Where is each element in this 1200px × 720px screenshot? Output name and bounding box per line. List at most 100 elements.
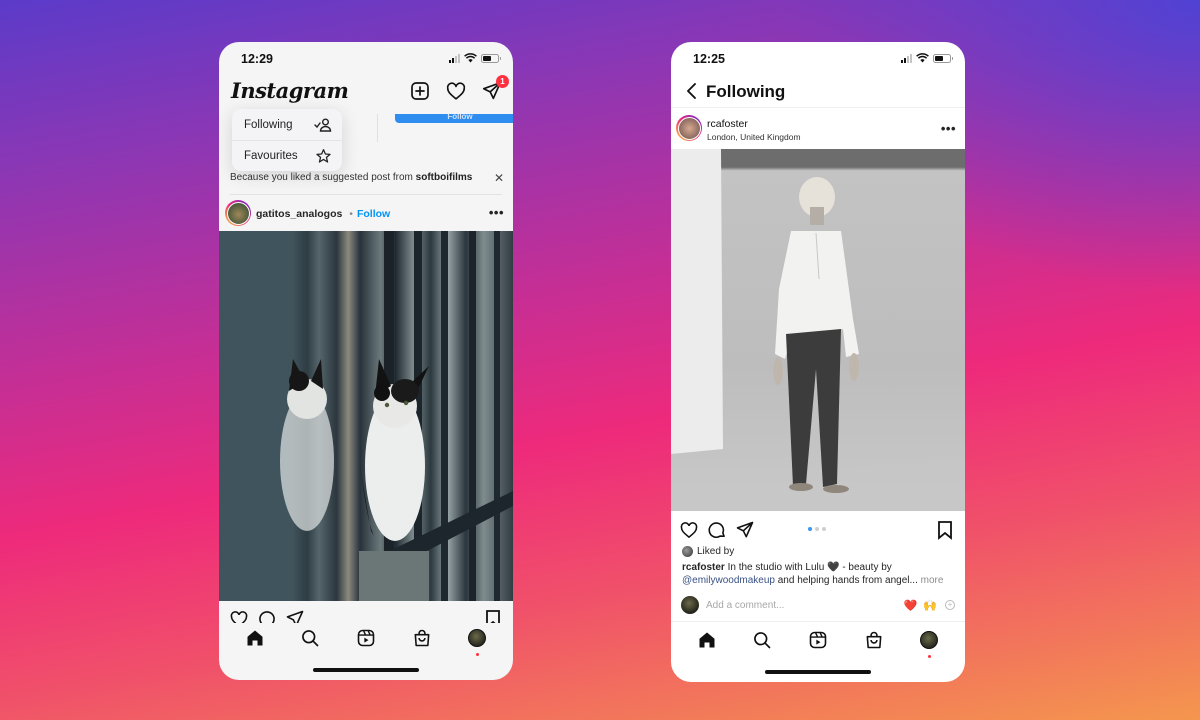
dropdown-item-label: Favourites [244, 150, 298, 162]
header-actions: 1 [409, 75, 509, 102]
status-time: 12:25 [693, 52, 725, 66]
caption-text: In the studio with Lulu 🖤 - beauty by [724, 562, 892, 573]
comment-input[interactable]: Add a comment... [706, 600, 898, 611]
divider [377, 114, 378, 142]
page-title: Following [706, 82, 786, 101]
tab-home[interactable] [696, 629, 718, 651]
status-icons [449, 53, 501, 63]
nav-bar: Following [671, 76, 965, 108]
home-indicator [765, 670, 871, 674]
liked-by-row[interactable]: Liked by [682, 546, 734, 557]
portrait-illustration [671, 149, 965, 511]
instagram-logo[interactable]: Instagram [231, 78, 349, 103]
dropdown-item-following[interactable]: Following [232, 109, 342, 140]
separator: • [349, 208, 353, 220]
more-options-icon[interactable]: ••• [489, 205, 504, 220]
close-icon[interactable]: ✕ [494, 168, 504, 188]
profile-avatar [468, 629, 487, 647]
quick-emoji-heart[interactable]: ❤️ [904, 599, 918, 612]
activity-button[interactable] [445, 80, 467, 102]
tab-home[interactable] [244, 627, 266, 649]
search-icon [754, 632, 771, 649]
suggestion-banner: Because you liked a suggested post from … [219, 168, 513, 194]
home-icon [247, 630, 263, 646]
carousel-dot [808, 527, 812, 531]
avatar[interactable] [676, 115, 702, 141]
post-location[interactable]: London, United Kingdom [707, 132, 801, 142]
notification-badge: 1 [496, 75, 509, 88]
shop-icon [866, 631, 882, 649]
tab-reels[interactable] [355, 627, 377, 649]
divider [230, 194, 502, 195]
add-comment-row: Add a comment... ❤️ 🙌 + [681, 594, 955, 616]
suggestion-account-link[interactable]: softboifilms [416, 172, 473, 183]
post-header: rcafoster London, United Kingdom ••• [671, 112, 965, 146]
post-header: gatitos_analogos • Follow ••• [219, 197, 513, 231]
tab-reels[interactable] [807, 629, 829, 651]
shop-icon [414, 629, 430, 647]
dropdown-item-favourites[interactable]: Favourites [232, 140, 342, 171]
post-image-studio-portrait[interactable] [671, 149, 965, 511]
phone-right-following-feed: 12:25 Following rcafoster London, United… [671, 42, 965, 682]
tab-search[interactable] [751, 629, 773, 651]
carousel-dot [815, 527, 819, 531]
caption-mention-link[interactable]: @emilywoodmakeup [682, 575, 775, 586]
bottom-tab-bar [671, 620, 965, 660]
direct-messages-button[interactable]: 1 [481, 75, 509, 102]
caption-text: and helping hands from angel... [774, 574, 918, 586]
home-indicator [313, 668, 419, 672]
follow-button[interactable]: Follow [357, 208, 390, 220]
post-username[interactable]: gatitos_analogos • Follow [256, 208, 390, 220]
wifi-icon [464, 53, 477, 63]
notification-dot [927, 655, 931, 658]
post-actions [671, 518, 965, 542]
comment-icon[interactable] [707, 520, 727, 540]
chevron-down-icon[interactable]: ⌄ [319, 88, 327, 99]
tab-shop[interactable] [411, 627, 433, 649]
tab-search[interactable] [299, 627, 321, 649]
caption-username[interactable]: rcafoster [682, 562, 725, 573]
tab-shop[interactable] [863, 629, 885, 651]
feed-type-dropdown: Following Favourites [232, 109, 342, 171]
liked-by-label: Liked by [697, 546, 735, 557]
bottom-tab-bar [219, 618, 513, 658]
cats-illustration [219, 231, 513, 601]
status-bar: 12:29 [219, 42, 513, 76]
home-icon [699, 632, 715, 648]
plus-square-icon [411, 82, 429, 100]
back-chevron-icon[interactable] [685, 81, 699, 101]
post-image-cats[interactable] [219, 231, 513, 601]
new-post-button[interactable] [409, 80, 431, 102]
post-caption: rcafoster In the studio with Lulu 🖤 - be… [682, 562, 953, 587]
suggestion-text: Because you liked a suggested post from [230, 172, 416, 183]
follow-label: Follow [447, 114, 473, 121]
wifi-icon [916, 53, 929, 63]
save-icon[interactable] [937, 520, 953, 540]
liker-avatar [682, 546, 693, 557]
battery-icon [933, 53, 953, 63]
suggested-follow-button[interactable]: Follow [395, 114, 513, 123]
status-time: 12:29 [241, 52, 273, 66]
phone-left-home-feed: 12:29 Follow Instagram ⌄ 1 Following Fav… [219, 42, 513, 680]
add-emoji-icon[interactable]: + [945, 600, 955, 610]
post-username[interactable]: rcafoster [707, 118, 748, 130]
carousel-indicator [808, 527, 826, 531]
avatar[interactable] [225, 200, 251, 226]
more-options-icon[interactable]: ••• [941, 121, 956, 136]
star-icon [316, 149, 331, 163]
cellular-signal-icon [449, 53, 460, 63]
heart-icon [446, 82, 466, 100]
username-text: gatitos_analogos [256, 208, 343, 220]
share-icon[interactable] [735, 520, 755, 540]
commenter-avatar [681, 596, 699, 614]
like-icon[interactable] [679, 520, 699, 540]
search-icon [302, 630, 319, 647]
battery-icon [481, 53, 501, 63]
tab-profile[interactable] [466, 627, 488, 656]
following-icon [314, 118, 332, 132]
caption-more-link[interactable]: more [918, 575, 944, 586]
carousel-dot [822, 527, 826, 531]
notification-dot [475, 653, 479, 656]
quick-emoji-raised-hands[interactable]: 🙌 [923, 599, 937, 612]
tab-profile[interactable] [918, 629, 940, 658]
